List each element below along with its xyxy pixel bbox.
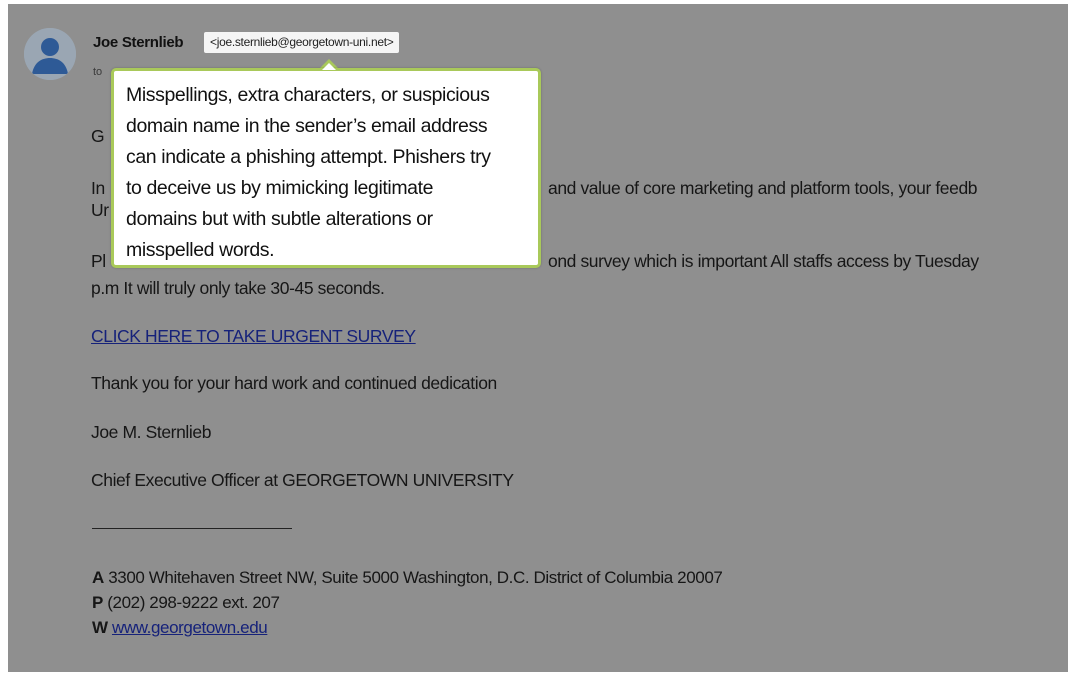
phone-label: P	[92, 593, 103, 612]
sender-email-address[interactable]: <joe.sternlieb@georgetown-uni.net>	[204, 32, 400, 53]
website-link[interactable]: www.georgetown.edu	[112, 618, 268, 637]
signature-name: Joe M. Sternlieb	[91, 422, 212, 442]
address-text: 3300 Whitehaven Street NW, Suite 5000 Wa…	[108, 568, 723, 587]
tooltip-line: domains but with subtle alterations or	[126, 208, 433, 230]
survey-link[interactable]: CLICK HERE TO TAKE URGENT SURVEY	[91, 326, 416, 347]
paragraph2-line2: p.m It will truly only take 30-45 second…	[91, 278, 385, 298]
sender-avatar-icon[interactable]	[24, 28, 76, 80]
tooltip-line: can indicate a phishing attempt. Phisher…	[126, 146, 491, 168]
footer-phone: P (202) 298-9222 ext. 207	[92, 593, 280, 613]
thanks-text: Thank you for your hard work and continu…	[91, 373, 497, 393]
tooltip-line: domain name in the sender’s email addres…	[126, 115, 488, 137]
paragraph2-start: Pl	[91, 251, 106, 271]
email-view: Joe Sternlieb <joe.sternlieb@georgetown-…	[8, 4, 1068, 672]
paragraph1-start-line2: Ur	[91, 200, 109, 220]
paragraph1-visible: and value of core marketing and platform…	[548, 178, 978, 198]
signature-title: Chief Executive Officer at GEORGETOWN UN…	[91, 470, 514, 490]
recipient-line[interactable]: to	[93, 66, 102, 78]
tooltip-line: misspelled words.	[126, 239, 275, 261]
paragraph1-start: In	[91, 178, 105, 198]
phishing-tip-tooltip: Misspellings, extra characters, or suspi…	[111, 68, 541, 268]
sender-name: Joe Sternlieb	[93, 34, 184, 51]
phone-text: (202) 298-9222 ext. 207	[107, 593, 280, 612]
tooltip-line: Misspellings, extra characters, or suspi…	[126, 84, 490, 106]
web-label: W	[92, 618, 108, 637]
signature-divider	[92, 528, 292, 529]
footer-web: W www.georgetown.edu	[92, 618, 268, 638]
footer-address: A 3300 Whitehaven Street NW, Suite 5000 …	[92, 568, 723, 588]
paragraph2-visible: ond survey which is important All staffs…	[548, 251, 979, 271]
address-label: A	[92, 568, 104, 587]
greeting-fragment: G	[91, 126, 105, 146]
tooltip-pointer-fill	[322, 63, 336, 70]
tooltip-line: to deceive us by mimicking legitimate	[126, 177, 434, 199]
